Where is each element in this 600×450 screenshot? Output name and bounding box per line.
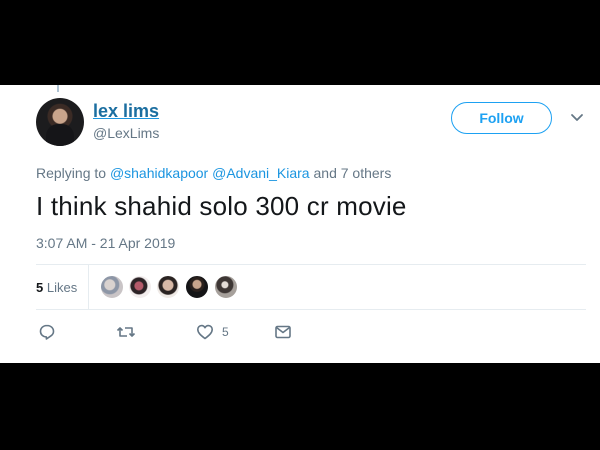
divider <box>88 265 89 309</box>
liker-avatar[interactable] <box>156 275 180 299</box>
heart-icon <box>196 323 214 341</box>
reply-button[interactable] <box>38 321 56 343</box>
liker-avatar[interactable] <box>185 275 209 299</box>
tweet-actions: 5 <box>36 321 336 345</box>
reply-icon <box>38 323 56 341</box>
mention-link[interactable]: @shahidkapoor <box>110 165 208 181</box>
divider <box>36 309 586 310</box>
direct-message-button[interactable] <box>274 321 292 343</box>
avatar[interactable] <box>36 98 84 146</box>
mention-link[interactable]: @Advani_Kiara <box>212 165 310 181</box>
retweet-button[interactable] <box>116 321 136 343</box>
tweet-card: lex lims @LexLims Follow Replying to @sh… <box>0 85 600 363</box>
like-count: 5 <box>222 325 229 339</box>
like-button[interactable]: 5 <box>196 321 229 343</box>
tweet-timestamp[interactable]: 3:07 AM - 21 Apr 2019 <box>36 235 175 251</box>
likes-count[interactable]: 5 Likes <box>36 280 77 295</box>
liker-avatar[interactable] <box>128 275 152 299</box>
user-handle[interactable]: @LexLims <box>93 125 159 141</box>
likes-row: 5 Likes <box>36 265 586 309</box>
chevron-down-icon[interactable] <box>570 113 584 123</box>
retweet-icon <box>116 323 136 341</box>
replying-suffix[interactable]: and 7 others <box>314 165 392 181</box>
follow-button[interactable]: Follow <box>451 102 552 134</box>
liker-avatar[interactable] <box>100 275 124 299</box>
replying-prefix: Replying to <box>36 165 107 181</box>
liker-avatar[interactable] <box>214 275 238 299</box>
replying-to: Replying to @shahidkapoor @Advani_Kiara … <box>36 165 391 181</box>
likes-number: 5 <box>36 280 44 295</box>
thread-line <box>57 85 59 92</box>
direct-message-icon <box>274 323 292 341</box>
likes-label: Likes <box>46 280 78 295</box>
tweet-text: I think shahid solo 300 cr movie <box>36 191 407 221</box>
display-name[interactable]: lex lims <box>93 101 159 122</box>
